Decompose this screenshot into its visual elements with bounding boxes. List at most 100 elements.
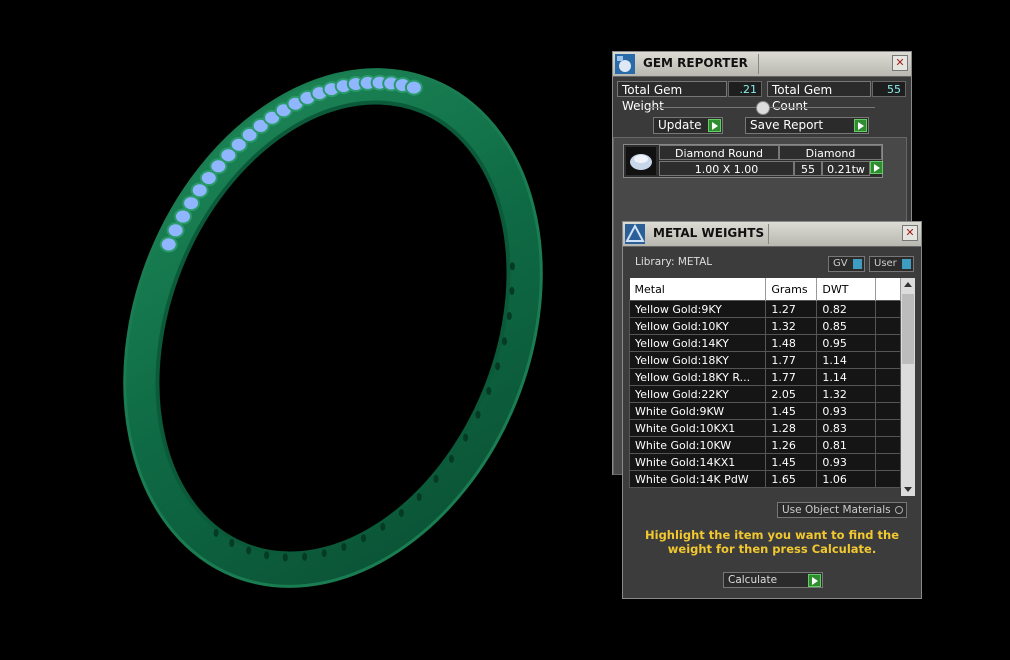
gem-reporter-title: GEM REPORTER [643,56,748,70]
calculate-hint: Highlight the item you want to find the … [645,528,899,556]
cell-grams: 1.32 [765,317,818,335]
metal-table-scrollbar[interactable] [901,278,915,496]
cell-blank [875,436,901,454]
user-label: User [874,258,897,269]
calculate-button[interactable]: Calculate [723,572,823,588]
scroll-thumb[interactable] [902,294,914,364]
metal-table-row[interactable]: Yellow Gold:22KY 2.05 1.32 [628,385,901,403]
gallery-hole [282,553,288,562]
gv-label: GV [833,258,848,269]
cell-dwt: 1.14 [816,368,877,386]
gem-material: Diamond [779,145,882,160]
gallery-hole [398,509,404,517]
cell-grams: 1.48 [765,334,818,352]
column-header-blank [875,278,901,301]
gallery-hole [380,522,386,531]
gem-reporter-close-button[interactable]: ✕ [892,55,908,71]
gallery-hole [264,551,270,560]
gem-shape: Diamond Round [659,145,779,160]
gem-row-play-icon[interactable] [870,161,883,174]
gem-row[interactable]: Diamond Round Diamond 1.00 X 1.00 55 0.2… [623,144,883,178]
cell-blank [875,300,901,318]
cell-dwt: 0.83 [816,419,877,437]
cell-grams: 1.77 [765,368,818,386]
total-gem-weight-value: .21 [728,81,762,97]
metal-table-row[interactable]: Yellow Gold:18KY 1.77 1.14 [628,351,901,369]
gem-stone [404,79,423,96]
gallery-hole [321,549,327,558]
save-report-button[interactable]: Save Report [745,117,869,134]
cell-grams: 1.65 [765,470,818,488]
gallery-hole [509,262,515,271]
cell-blank [875,453,901,471]
ring-model[interactable] [0,0,600,656]
gallery-hole [475,410,481,419]
metal-weights-close-button[interactable]: ✕ [902,225,918,241]
metal-table-header: Metal Grams DWT [629,278,901,301]
cell-grams: 1.45 [765,453,818,471]
user-toggle-icon [902,259,911,269]
cell-dwt: 0.85 [816,317,877,335]
cell-metal: White Gold:14KX1 [628,453,767,471]
user-toggle[interactable]: User [869,256,914,272]
update-play-icon [708,119,721,132]
cell-dwt: 1.14 [816,351,877,369]
column-header-grams[interactable]: Grams [765,278,818,301]
cell-metal: White Gold:10KW [628,436,767,454]
metal-table-clip [629,494,901,498]
calculate-play-icon [808,574,821,587]
metal-table-row[interactable]: Yellow Gold:14KY 1.48 0.95 [628,334,901,352]
cell-grams: 2.05 [765,385,818,403]
metal-table-row[interactable]: White Gold:14K PdW 1.65 1.06 [628,470,901,488]
cell-metal: White Gold:10KX1 [628,419,767,437]
gem-reporter-titlebar[interactable]: GEM REPORTER ✕ [613,52,911,77]
cell-metal: Yellow Gold:22KY [628,385,767,403]
gallery-holes [213,262,515,562]
metal-table-row[interactable]: White Gold:9KW 1.45 0.93 [628,402,901,420]
update-label: Update [658,118,702,132]
metal-table-row[interactable]: White Gold:10KW 1.26 0.81 [628,436,901,454]
splitter-handle[interactable] [756,101,770,115]
cell-dwt: 1.06 [816,470,877,488]
update-button[interactable]: Update [653,117,723,134]
cell-blank [875,334,901,352]
metal-table-row[interactable]: Yellow Gold:10KY 1.32 0.85 [628,317,901,335]
titlebar-divider [758,54,759,74]
metal-table-row[interactable]: White Gold:14KX1 1.45 0.93 [628,453,901,471]
cell-dwt: 0.93 [816,402,877,420]
scroll-up-icon[interactable] [904,282,912,287]
gem-stone [166,222,185,239]
cell-blank [875,368,901,386]
cell-metal: White Gold:9KW [628,402,767,420]
calculate-label: Calculate [728,574,778,586]
scroll-down-icon[interactable] [904,487,912,492]
metal-weights-title: METAL WEIGHTS [653,226,765,240]
metal-table-row[interactable]: White Gold:10KX1 1.28 0.83 [628,419,901,437]
cell-blank [875,402,901,420]
metal-weights-panel: METAL WEIGHTS ✕ Library: METAL GV User M… [622,221,922,599]
gallery-hole [509,286,515,295]
cell-dwt: 0.82 [816,300,877,318]
metal-weights-titlebar[interactable]: METAL WEIGHTS ✕ [623,222,921,247]
gv-toggle[interactable]: GV [828,256,865,272]
cell-blank [875,470,901,488]
gallery-hole [495,362,501,371]
gallery-hole [361,534,366,543]
column-header-dwt[interactable]: DWT [816,278,877,301]
cell-grams: 1.77 [765,351,818,369]
gem-stone [174,208,192,225]
total-gem-count-label: Total Gem Count [767,81,871,113]
cell-dwt: 1.32 [816,385,877,403]
use-object-materials-toggle[interactable]: Use Object Materials [777,502,907,518]
gv-toggle-icon [853,259,862,269]
3d-viewport[interactable] [0,0,600,656]
cell-metal: Yellow Gold:14KY [628,334,767,352]
metal-table-row[interactable]: Yellow Gold:9KY 1.27 0.82 [628,300,901,318]
column-header-metal[interactable]: Metal [629,278,767,301]
cell-blank [875,385,901,403]
cell-metal: Yellow Gold:10KY [628,317,767,335]
gem-stone [159,236,178,253]
gallery-hole [341,543,347,551]
cell-dwt: 0.81 [816,436,877,454]
metal-table-row[interactable]: Yellow Gold:18KY R... 1.77 1.14 [628,368,901,386]
